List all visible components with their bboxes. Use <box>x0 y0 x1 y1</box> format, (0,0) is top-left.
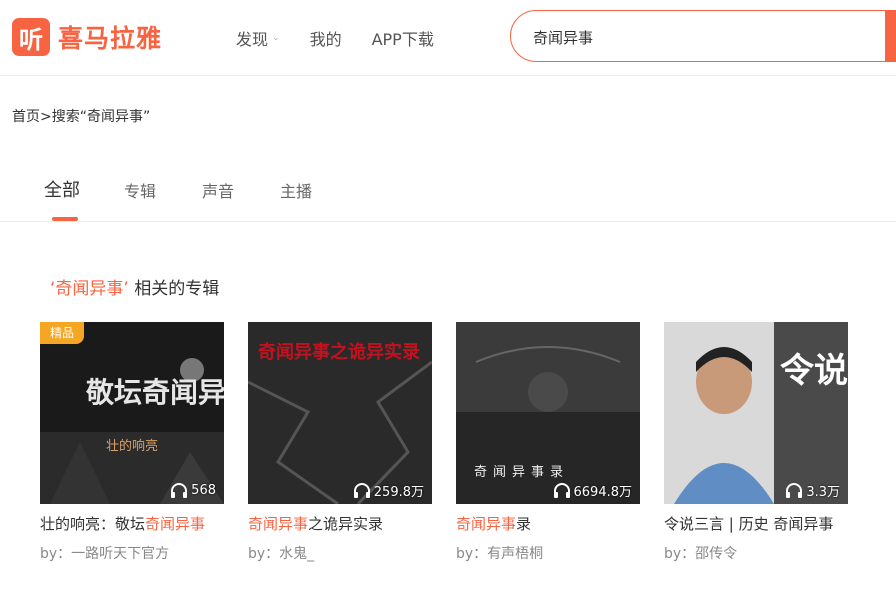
album-title[interactable]: 奇闻异事之诡异实录 <box>248 512 432 537</box>
nav-discover[interactable]: 发现 ⌄ <box>236 26 280 50</box>
main-nav: 发现 ⌄ 我的 APP下载 <box>236 26 464 50</box>
tab-sounds[interactable]: 声音 <box>202 178 234 202</box>
play-count: 568 <box>170 480 216 500</box>
play-count-value: 6694.8万 <box>573 484 633 500</box>
album-cover[interactable]: 敬坛奇闻异事 壮的响亮 精品 568 <box>40 322 224 504</box>
logo-text: 喜马拉雅 <box>58 24 163 53</box>
album-cover[interactable]: 令说三言 3.3万 <box>664 322 848 504</box>
play-count-value: 259.8万 <box>373 484 424 500</box>
logo[interactable]: 听 喜马拉雅 <box>12 18 162 56</box>
album-card[interactable]: 敬坛奇闻异事 壮的响亮 精品 568 壮的响亮：敬坛奇闻异事 by：一路听天下官… <box>40 322 224 563</box>
album-cover[interactable]: 奇闻异事录 6694.8万 <box>456 322 640 504</box>
breadcrumb: 首页>搜索“奇闻异事” <box>12 109 151 125</box>
album-title-post: 录 <box>516 515 532 533</box>
cover-sub-text: 壮的响亮 <box>106 438 158 454</box>
premium-badge: 精品 <box>40 322 84 344</box>
cover-title-text: 奇闻异事录 <box>474 464 569 480</box>
section-title: ‘奇闻异事’ 相关的专辑 <box>50 274 219 299</box>
search-box <box>510 10 896 62</box>
search-input[interactable] <box>533 25 853 49</box>
nav-app-download[interactable]: APP下载 <box>372 26 434 50</box>
play-count-value: 3.3万 <box>806 484 840 500</box>
album-author[interactable]: by：有声梧桐 <box>456 543 640 563</box>
album-card[interactable]: 令说三言 3.3万 令说三言 | 历史 奇闻异事 by：邵传令 <box>664 322 848 563</box>
album-title-pre: 令说三言 | 历史 奇闻异事 <box>664 515 834 533</box>
tab-anchors[interactable]: 主播 <box>280 178 312 202</box>
play-count: 6694.8万 <box>553 480 633 500</box>
album-author[interactable]: by：水鬼_ <box>248 543 432 563</box>
cover-title-text: 奇闻异事之诡异实录 <box>258 341 420 363</box>
tab-albums[interactable]: 专辑 <box>124 178 156 202</box>
album-title[interactable]: 令说三言 | 历史 奇闻异事 <box>664 512 848 537</box>
album-title-pre: 壮的响亮：敬坛 <box>40 515 146 533</box>
album-card[interactable]: 奇闻异事录 6694.8万 奇闻异事录 by：有声梧桐 <box>456 322 640 563</box>
tab-all[interactable]: 全部 <box>44 176 80 202</box>
logo-icon: 听 <box>12 18 50 56</box>
chevron-down-icon: ⌄ <box>272 33 280 43</box>
cover-title-text: 敬坛奇闻异事 <box>85 376 224 409</box>
section-suffix: 相关的专辑 <box>128 279 220 299</box>
album-title-highlight: 奇闻异事 <box>248 515 309 533</box>
cover-title-text: 令说三言 <box>780 351 848 391</box>
album-title-highlight: 奇闻异事 <box>456 515 517 533</box>
nav-discover-label: 发现 <box>236 30 269 49</box>
nav-mine[interactable]: 我的 <box>310 26 342 50</box>
result-tabs: 全部 专辑 声音 主播 <box>0 170 896 222</box>
album-author[interactable]: by：邵传令 <box>664 543 848 563</box>
top-header: 听 喜马拉雅 发现 ⌄ 我的 APP下载 <box>0 0 896 76</box>
cover-art: 奇闻异事之诡异实录 <box>248 322 432 504</box>
active-tab-indicator <box>52 217 78 221</box>
album-title[interactable]: 奇闻异事录 <box>456 512 640 537</box>
headphones-icon <box>171 483 188 498</box>
album-author[interactable]: by：一路听天下官方 <box>40 543 224 563</box>
headphones-icon <box>553 483 570 498</box>
cover-art: 令说三言 <box>664 322 848 504</box>
album-title[interactable]: 壮的响亮：敬坛奇闻异事 <box>40 512 224 537</box>
album-cover[interactable]: 奇闻异事之诡异实录 259.8万 <box>248 322 432 504</box>
album-title-post: 之诡异实录 <box>308 515 384 533</box>
cover-art: 敬坛奇闻异事 壮的响亮 <box>40 322 224 504</box>
play-count-value: 568 <box>191 482 216 498</box>
headphones-icon <box>786 483 803 498</box>
search-button[interactable] <box>885 11 896 61</box>
headphones-icon <box>353 483 370 498</box>
cover-art: 奇闻异事录 <box>456 322 640 504</box>
play-count: 3.3万 <box>785 480 840 500</box>
album-card[interactable]: 奇闻异事之诡异实录 259.8万 奇闻异事之诡异实录 by：水鬼_ <box>248 322 432 563</box>
section-keyword: 奇闻异事 <box>55 279 124 299</box>
album-title-highlight: 奇闻异事 <box>145 515 206 533</box>
play-count: 259.8万 <box>353 480 424 500</box>
